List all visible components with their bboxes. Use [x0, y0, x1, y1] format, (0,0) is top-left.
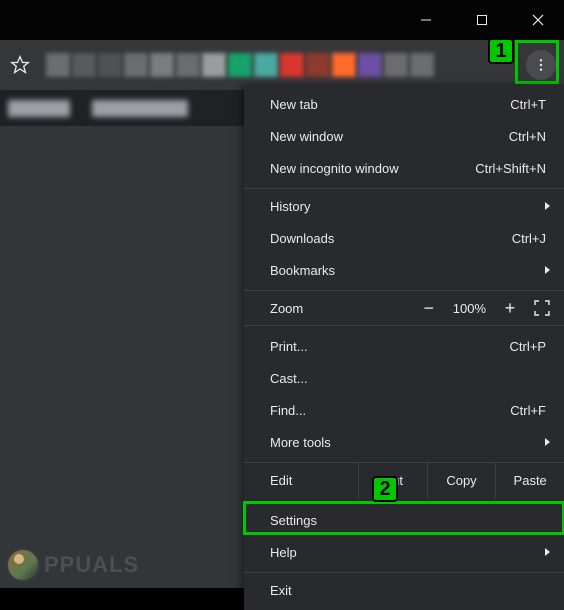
menu-label: Exit [270, 583, 546, 598]
zoom-value: 100% [453, 301, 486, 316]
edit-paste-button[interactable]: Paste [495, 463, 564, 498]
window-titlebar [0, 0, 564, 40]
extension-icon[interactable] [358, 53, 382, 77]
watermark-text: PPUALS [44, 552, 139, 578]
fullscreen-button[interactable] [534, 300, 550, 316]
annotation-callout-2: 2 [372, 476, 398, 502]
menu-shortcut: Ctrl+J [512, 231, 546, 246]
extension-icon[interactable] [150, 53, 174, 77]
extension-icon[interactable] [280, 53, 304, 77]
menu-item-print[interactable]: Print... Ctrl+P [244, 330, 564, 362]
watermark-icon [6, 548, 40, 582]
extension-icon[interactable] [306, 53, 330, 77]
menu-label: Downloads [270, 231, 512, 246]
extension-icon[interactable] [410, 53, 434, 77]
menu-item-more-tools[interactable]: More tools [244, 426, 564, 458]
menu-item-zoom: Zoom − 100% + [244, 290, 564, 326]
menu-label: Bookmarks [270, 263, 546, 278]
menu-item-settings[interactable]: Settings [244, 502, 564, 536]
window-close-button[interactable] [520, 2, 556, 38]
fullscreen-icon [534, 300, 550, 316]
menu-item-help[interactable]: Help [244, 536, 564, 568]
menu-label: Edit [270, 473, 358, 488]
menu-label: Print... [270, 339, 510, 354]
minimize-icon [420, 14, 432, 26]
menu-item-downloads[interactable]: Downloads Ctrl+J [244, 222, 564, 254]
menu-label: Zoom [270, 301, 421, 316]
annotation-callout-1: 1 [488, 38, 514, 64]
menu-item-bookmarks[interactable]: Bookmarks [244, 254, 564, 286]
menu-label: New tab [270, 97, 510, 112]
extension-icon[interactable] [176, 53, 200, 77]
menu-label: Help [270, 545, 546, 560]
chrome-main-menu: New tab Ctrl+T New window Ctrl+N New inc… [244, 84, 564, 610]
extension-icon[interactable] [228, 53, 252, 77]
menu-label: New incognito window [270, 161, 475, 176]
menu-item-exit[interactable]: Exit [244, 572, 564, 606]
edit-copy-button[interactable]: Copy [427, 463, 496, 498]
menu-shortcut: Ctrl+T [510, 97, 546, 112]
window-maximize-button[interactable] [464, 2, 500, 38]
extension-icon[interactable] [46, 53, 70, 77]
submenu-chevron-icon [545, 202, 550, 210]
annotation-highlight-2 [243, 501, 564, 535]
menu-item-history[interactable]: History [244, 188, 564, 222]
submenu-chevron-icon [545, 548, 550, 556]
menu-shortcut: Ctrl+P [510, 339, 546, 354]
extension-icon[interactable] [124, 53, 148, 77]
extension-icon[interactable] [72, 53, 96, 77]
close-icon [532, 14, 544, 26]
menu-item-cast[interactable]: Cast... [244, 362, 564, 394]
obscured-item [8, 100, 70, 117]
menu-item-new-window[interactable]: New window Ctrl+N [244, 120, 564, 152]
extension-icon[interactable] [384, 53, 408, 77]
menu-item-new-tab[interactable]: New tab Ctrl+T [244, 88, 564, 120]
menu-shortcut: Ctrl+F [510, 403, 546, 418]
menu-label: Cast... [270, 371, 546, 386]
menu-shortcut: Ctrl+N [509, 129, 546, 144]
extension-icons [46, 53, 434, 77]
submenu-chevron-icon [545, 438, 550, 446]
annotation-highlight-1 [515, 40, 559, 84]
window-minimize-button[interactable] [408, 2, 444, 38]
maximize-icon [476, 14, 488, 26]
watermark-logo: PPUALS [6, 548, 139, 582]
browser-toolbar [0, 40, 564, 90]
menu-item-new-incognito[interactable]: New incognito window Ctrl+Shift+N [244, 152, 564, 184]
extension-icon[interactable] [332, 53, 356, 77]
extension-icon[interactable] [202, 53, 226, 77]
menu-label: History [270, 199, 546, 214]
bookmark-star-icon[interactable] [8, 53, 32, 77]
menu-label: New window [270, 129, 509, 144]
zoom-in-button[interactable]: + [502, 299, 518, 317]
extension-icon[interactable] [254, 53, 278, 77]
menu-item-find[interactable]: Find... Ctrl+F [244, 394, 564, 426]
obscured-item [92, 100, 188, 117]
menu-label: Find... [270, 403, 510, 418]
menu-item-edit: Edit Cut Copy Paste [244, 462, 564, 498]
menu-label: More tools [270, 435, 546, 450]
extension-icon[interactable] [98, 53, 122, 77]
menu-shortcut: Ctrl+Shift+N [475, 161, 546, 176]
zoom-out-button[interactable]: − [421, 299, 437, 317]
submenu-chevron-icon [545, 266, 550, 274]
